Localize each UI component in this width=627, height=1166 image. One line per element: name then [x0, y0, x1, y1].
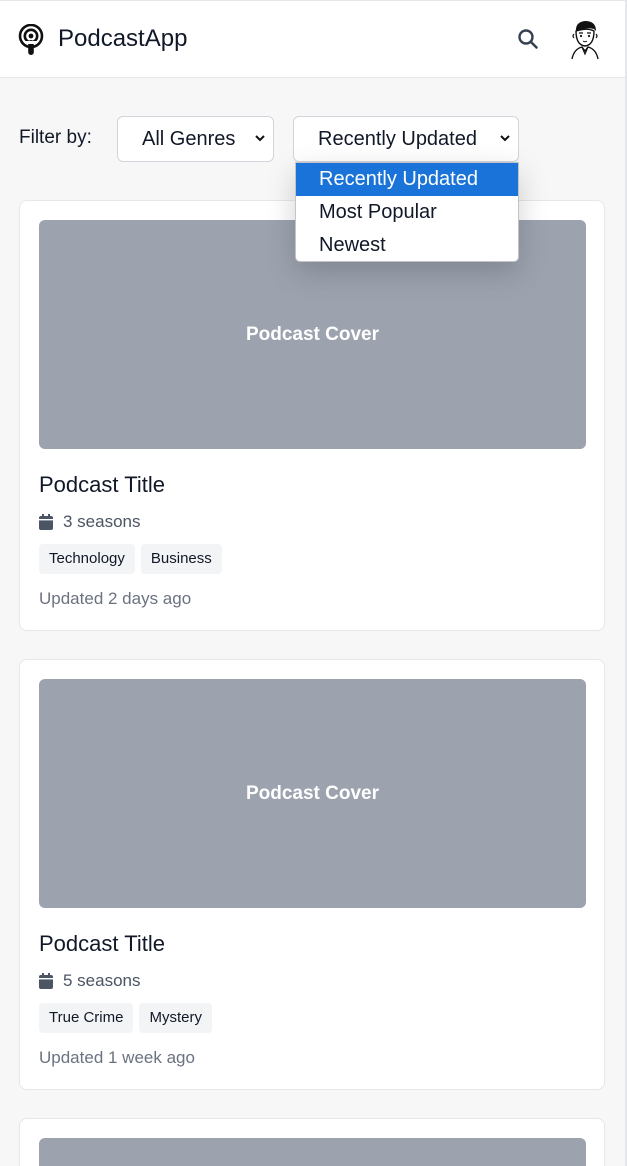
podcast-title[interactable]: Podcast Title [39, 930, 165, 958]
chevron-down-icon [255, 135, 265, 142]
calendar-icon [39, 973, 53, 989]
podcast-title[interactable]: Podcast Title [39, 471, 165, 499]
podcast-icon[interactable] [17, 24, 45, 56]
podcast-card[interactable]: Podcast Cover Podcast Title 3 seasons Te… [19, 200, 605, 631]
podcast-card[interactable]: Podcast Cover Podcast Title 5 seasons Tr… [19, 659, 605, 1090]
seasons-count: 3 seasons [63, 512, 141, 531]
updated-time: Updated 1 week ago [39, 1048, 195, 1067]
top-header: PodcastApp [0, 0, 625, 78]
sort-select[interactable]: Recently Updated [293, 116, 519, 162]
sort-option-recently-updated[interactable]: Recently Updated [296, 163, 518, 196]
updated-time: Updated 2 days ago [39, 589, 192, 608]
podcast-cover[interactable] [39, 1138, 586, 1166]
calendar-icon [39, 514, 53, 530]
sort-dropdown-menu: Recently Updated Most Popular Newest [295, 162, 519, 262]
genre-tag[interactable]: True Crime [39, 1003, 134, 1033]
sort-select-value: Recently Updated [318, 128, 477, 150]
genre-tag[interactable]: Technology [39, 544, 135, 574]
avatar[interactable] [566, 18, 604, 60]
sort-option-newest[interactable]: Newest [296, 229, 518, 262]
cover-label: Podcast Cover [245, 782, 380, 804]
seasons-count: 5 seasons [63, 971, 141, 990]
search-icon[interactable] [517, 28, 539, 50]
podcast-cover[interactable]: Podcast Cover [39, 679, 586, 908]
tag-list: True Crime Mystery [39, 1003, 212, 1033]
podcast-card[interactable] [19, 1118, 605, 1166]
filter-label: Filter by: [19, 127, 92, 148]
genre-tag[interactable]: Business [140, 544, 222, 574]
seasons-info: 5 seasons [39, 970, 141, 992]
seasons-info: 3 seasons [39, 511, 141, 533]
app-title: PodcastApp [58, 25, 188, 52]
genre-select-value: All Genres [142, 128, 236, 150]
sort-option-most-popular[interactable]: Most Popular [296, 196, 518, 229]
genre-tag[interactable]: Mystery [139, 1003, 212, 1033]
chevron-down-icon [500, 135, 510, 142]
tag-list: Technology Business [39, 544, 222, 574]
genre-select[interactable]: All Genres [117, 116, 274, 162]
